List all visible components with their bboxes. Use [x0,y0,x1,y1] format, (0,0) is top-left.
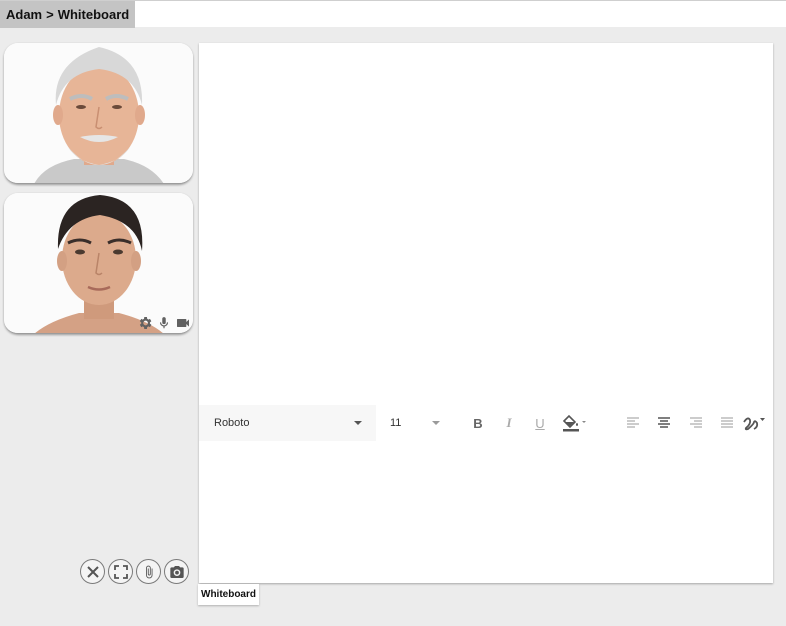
chevron-down-icon [432,421,440,425]
microphone-icon[interactable] [155,314,172,331]
italic-icon: I [506,415,512,430]
breadcrumb-separator: > [46,7,54,22]
align-justify-icon [721,417,733,428]
breadcrumb-user[interactable]: Adam [6,7,42,22]
fullscreen-icon [113,564,128,579]
align-left-icon [627,417,639,428]
gear-icon[interactable] [136,314,153,331]
font-family-value: Roboto [214,417,250,429]
snapshot-button[interactable] [164,559,189,584]
participant-video-tile[interactable] [4,43,193,184]
older-man-face [4,43,193,183]
align-right-button[interactable] [687,414,705,432]
bold-icon: B [473,415,483,431]
young-man-face [4,193,193,333]
freehand-draw-icon [743,417,765,431]
close-icon [86,565,99,578]
font-size-value: 11 [390,417,402,429]
formatting-toolbar: Roboto 11 B I U [199,405,773,441]
paint-bucket-icon [562,414,586,432]
align-right-icon [690,417,702,428]
call-controls [80,559,189,584]
top-bar: Adam > Whiteboard [0,0,786,28]
attach-file-button[interactable] [136,559,161,584]
close-call-button[interactable] [80,559,105,584]
underline-icon: U [535,415,545,431]
bold-button[interactable]: B [469,414,487,432]
font-size-select[interactable]: 11 [376,405,444,441]
tab-whiteboard[interactable]: Whiteboard [198,584,259,605]
self-video-controls [136,314,191,331]
chevron-down-icon [354,421,362,425]
breadcrumb: Adam > Whiteboard [0,1,136,28]
underline-button[interactable]: U [531,414,549,432]
align-center-button[interactable] [655,414,673,432]
self-video-tile[interactable] [4,193,193,334]
align-center-icon [658,417,670,428]
camera-icon [169,565,184,578]
italic-button[interactable]: I [500,414,518,432]
align-justify-button[interactable] [718,414,736,432]
video-camera-icon[interactable] [174,314,191,331]
align-left-button[interactable] [624,414,642,432]
tab-whiteboard-label: Whiteboard [201,589,256,600]
fill-color-button[interactable] [561,414,591,432]
font-family-select[interactable]: Roboto [199,405,376,441]
breadcrumb-page: Whiteboard [57,7,130,22]
fullscreen-button[interactable] [108,559,133,584]
paperclip-icon [145,565,152,578]
draw-tool-button[interactable] [742,414,768,432]
whiteboard-canvas[interactable]: Roboto 11 B I U [199,43,773,583]
